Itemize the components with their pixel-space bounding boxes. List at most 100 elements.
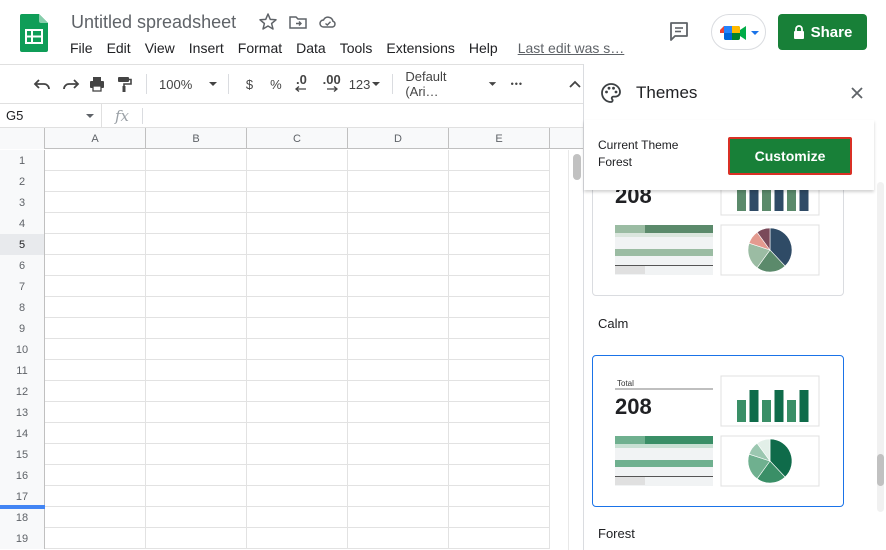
grid-cell[interactable]: [449, 318, 550, 338]
column-header-c[interactable]: C: [247, 128, 348, 149]
grid-cell[interactable]: [45, 507, 146, 527]
grid-cell[interactable]: [146, 297, 247, 317]
grid-cell[interactable]: [348, 150, 449, 170]
format-percent-button[interactable]: %: [266, 70, 287, 98]
grid-cell[interactable]: [348, 507, 449, 527]
grid-cell[interactable]: [146, 402, 247, 422]
grid-cell[interactable]: [45, 276, 146, 296]
grid-cell[interactable]: [348, 234, 449, 254]
zoom-select[interactable]: 100%: [159, 70, 220, 98]
cloud-status-icon[interactable]: [318, 12, 338, 32]
grid-cell[interactable]: [247, 381, 348, 401]
grid-cell[interactable]: [45, 213, 146, 233]
paint-format-icon[interactable]: [114, 70, 135, 98]
panel-scrollbar[interactable]: [874, 120, 886, 550]
grid-cell[interactable]: [348, 339, 449, 359]
grid-cell[interactable]: [449, 213, 550, 233]
chevron-up-icon[interactable]: [567, 70, 583, 98]
grid-cell[interactable]: [247, 318, 348, 338]
grid-cell[interactable]: [45, 423, 146, 443]
last-edit-link[interactable]: Last edit was s…: [518, 40, 625, 56]
grid-cell[interactable]: [348, 444, 449, 464]
grid-cell[interactable]: [146, 150, 247, 170]
grid-cell[interactable]: [45, 465, 146, 485]
column-header-a[interactable]: A: [45, 128, 146, 149]
grid-cell[interactable]: [247, 192, 348, 212]
print-icon[interactable]: [87, 70, 108, 98]
menu-format[interactable]: Format: [238, 40, 282, 56]
grid-cell[interactable]: [348, 360, 449, 380]
grid-cell[interactable]: [348, 318, 449, 338]
grid-cell[interactable]: [449, 444, 550, 464]
row-header[interactable]: 3: [0, 192, 45, 213]
more-icon[interactable]: •••: [511, 70, 523, 98]
grid-cell[interactable]: [45, 402, 146, 422]
menu-data[interactable]: Data: [296, 40, 326, 56]
row-header[interactable]: 4: [0, 213, 45, 234]
grid-cell[interactable]: [146, 213, 247, 233]
grid-cell[interactable]: [449, 234, 550, 254]
grid-cell[interactable]: [247, 255, 348, 275]
grid-cell[interactable]: [45, 381, 146, 401]
grid-cell[interactable]: [449, 507, 550, 527]
sheets-logo-icon[interactable]: [20, 14, 48, 52]
grid-cell[interactable]: [348, 276, 449, 296]
star-icon[interactable]: [258, 12, 278, 32]
menu-edit[interactable]: Edit: [107, 40, 131, 56]
share-button[interactable]: Share: [778, 14, 867, 50]
name-box[interactable]: G5: [0, 103, 102, 128]
row-header[interactable]: 19: [0, 528, 45, 549]
menu-tools[interactable]: Tools: [340, 40, 373, 56]
grid-cell[interactable]: [45, 150, 146, 170]
grid-cell[interactable]: [247, 507, 348, 527]
grid-cell[interactable]: [146, 381, 247, 401]
grid-cell[interactable]: [45, 486, 146, 506]
grid-cell[interactable]: [247, 360, 348, 380]
grid-cell[interactable]: [348, 381, 449, 401]
grid-cell[interactable]: [348, 171, 449, 191]
column-header-e[interactable]: E: [449, 128, 550, 149]
grid-cell[interactable]: [146, 444, 247, 464]
grid-cell[interactable]: [449, 528, 550, 548]
meet-button[interactable]: [711, 14, 766, 50]
grid-cell[interactable]: [45, 234, 146, 254]
grid-cell[interactable]: [146, 528, 247, 548]
grid-cell[interactable]: [247, 486, 348, 506]
menu-help[interactable]: Help: [469, 40, 498, 56]
row-header[interactable]: 17: [0, 486, 45, 507]
grid-cell[interactable]: [247, 150, 348, 170]
grid-cell[interactable]: [449, 381, 550, 401]
grid-cell[interactable]: [449, 276, 550, 296]
grid-cell[interactable]: [449, 423, 550, 443]
menu-insert[interactable]: Insert: [189, 40, 224, 56]
grid-cell[interactable]: [45, 444, 146, 464]
scrollbar-thumb[interactable]: [877, 454, 884, 486]
grid-cell[interactable]: [45, 255, 146, 275]
grid-cell[interactable]: [247, 465, 348, 485]
grid-cell[interactable]: [348, 213, 449, 233]
grid-cell[interactable]: [449, 171, 550, 191]
grid-cell[interactable]: [449, 150, 550, 170]
format-currency-button[interactable]: $: [239, 70, 260, 98]
grid-cell[interactable]: [146, 318, 247, 338]
grid-cell[interactable]: [348, 486, 449, 506]
grid-cell[interactable]: [348, 255, 449, 275]
row-header[interactable]: 15: [0, 444, 45, 465]
grid-cell[interactable]: [449, 255, 550, 275]
grid-cell[interactable]: [247, 402, 348, 422]
row-header[interactable]: 14: [0, 423, 45, 444]
row-header[interactable]: 7: [0, 276, 45, 297]
grid-vertical-scrollbar[interactable]: [568, 150, 583, 550]
grid-cell[interactable]: [348, 423, 449, 443]
grid-cell[interactable]: [247, 297, 348, 317]
grid-cell[interactable]: [449, 297, 550, 317]
grid-cell[interactable]: [146, 465, 247, 485]
row-header[interactable]: 11: [0, 360, 45, 381]
grid-cell[interactable]: [247, 444, 348, 464]
font-family-select[interactable]: Default (Ari…: [405, 69, 498, 99]
grid-cell[interactable]: [247, 234, 348, 254]
grid-cell[interactable]: [146, 339, 247, 359]
grid-cell[interactable]: [348, 192, 449, 212]
grid-cell[interactable]: [146, 360, 247, 380]
undo-icon[interactable]: [32, 70, 53, 98]
